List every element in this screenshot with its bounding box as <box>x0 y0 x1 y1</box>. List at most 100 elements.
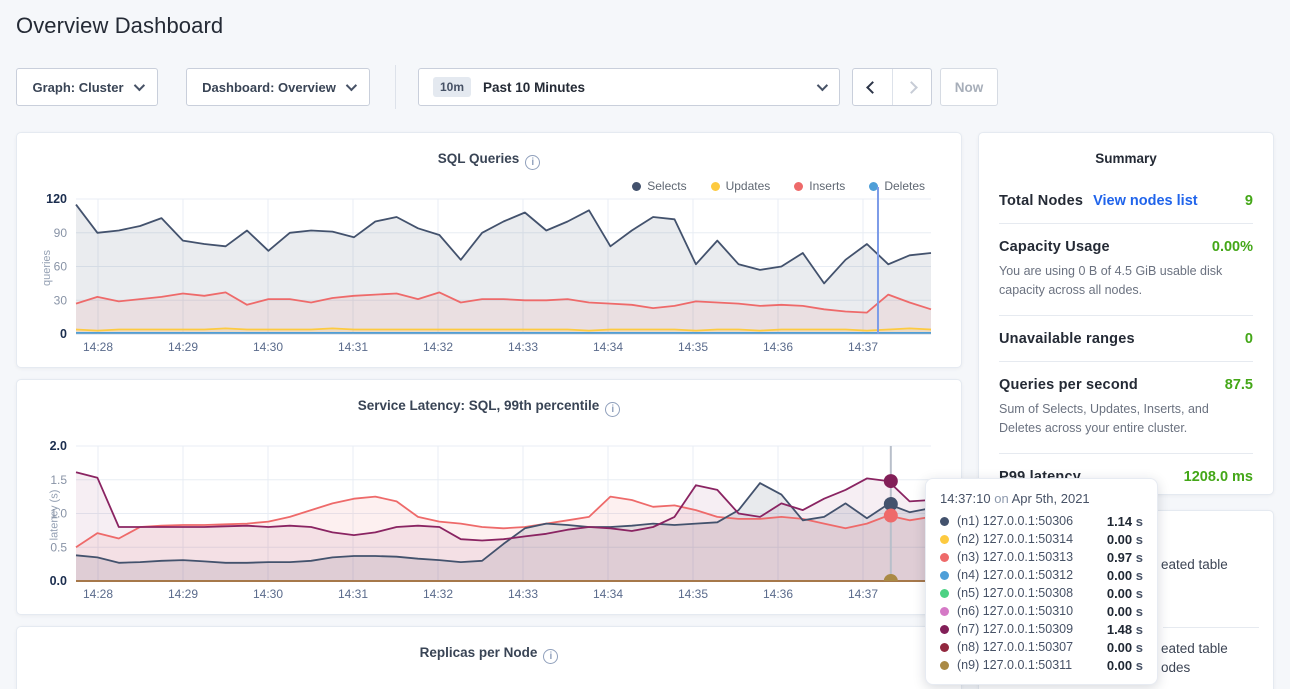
time-range-label: Past 10 Minutes <box>483 80 585 95</box>
chevron-right-icon <box>905 81 918 94</box>
svg-text:0: 0 <box>60 327 67 341</box>
tooltip-node-address: (n5) 127.0.0.1:50308 <box>957 586 1073 600</box>
summary-row: Total Nodes View nodes list 9 <box>999 178 1253 224</box>
svg-text:14:32: 14:32 <box>423 587 453 601</box>
tooltip-node-value: 0.00 s <box>1107 640 1143 655</box>
sql-queries-title: SQL Queriesi <box>17 151 961 170</box>
now-button[interactable]: Now <box>940 68 998 106</box>
info-icon[interactable]: i <box>543 649 558 664</box>
service-latency-chart[interactable]: 14:2814:2914:3014:3114:3214:3314:3414:35… <box>17 430 963 608</box>
chevron-down-icon <box>133 80 144 91</box>
dashboard-dropdown[interactable]: Dashboard: Overview <box>186 68 370 106</box>
prev-time-button[interactable] <box>853 69 892 105</box>
svg-text:120: 120 <box>46 192 67 206</box>
graph-scope-dropdown[interactable]: Graph: Cluster <box>16 68 158 106</box>
tooltip-node-row: (n5) 127.0.0.1:50308 0.00 s <box>940 584 1143 602</box>
event-item-text: odes <box>1161 660 1190 675</box>
tooltip-node-row: (n2) 127.0.0.1:503140.00 s <box>940 530 1143 548</box>
sql-queries-panel: SQL Queriesi SelectsUpdatesInsertsDelete… <box>16 132 962 368</box>
tooltip-node-row: (n9) 127.0.0.1:50311 0.00 s <box>940 656 1143 674</box>
series-dot-icon <box>940 589 949 598</box>
event-item-text: eated table <box>1161 557 1228 572</box>
tooltip-node-row: (n1) 127.0.0.1:50306 1.14 s <box>940 512 1143 530</box>
tooltip-node-row: (n4) 127.0.0.1:503120.00 s <box>940 566 1143 584</box>
next-time-button[interactable] <box>892 69 932 105</box>
svg-text:14:35: 14:35 <box>678 587 708 601</box>
view-nodes-list-link[interactable]: View nodes list <box>1093 193 1198 209</box>
series-dot-icon <box>940 661 949 670</box>
summary-metric-label: Capacity Usage <box>999 239 1110 255</box>
svg-text:1.5: 1.5 <box>50 473 67 487</box>
series-dot-icon <box>940 571 949 580</box>
tooltip-node-value: 0.00 s <box>1107 658 1143 673</box>
tooltip-node-value: 1.48 s <box>1107 622 1143 637</box>
summary-metric-label: Total Nodes <box>999 193 1083 209</box>
svg-text:1.0: 1.0 <box>50 507 67 521</box>
event-item-text: eated table <box>1161 641 1228 656</box>
summary-metric-label: Unavailable ranges <box>999 331 1135 347</box>
series-dot-icon <box>940 535 949 544</box>
dashboard-label: Dashboard: Overview <box>202 80 336 95</box>
svg-text:14:28: 14:28 <box>83 587 113 601</box>
tooltip-node-row: (n3) 127.0.0.1:503130.97 s <box>940 548 1143 566</box>
summary-metric-description: You are using 0 B of 4.5 GiB usable disk… <box>999 262 1253 301</box>
svg-text:14:33: 14:33 <box>508 340 538 354</box>
summary-row: Capacity Usage 0.00% You are using 0 B of … <box>999 224 1253 316</box>
series-dot-icon <box>940 517 949 526</box>
event-divider <box>1163 627 1259 628</box>
summary-metric-value: 0 <box>1245 331 1253 347</box>
summary-metric-label: Queries per second <box>999 377 1138 393</box>
svg-text:14:30: 14:30 <box>253 340 283 354</box>
service-latency-title: Service Latency: SQL, 99th percentilei <box>17 398 961 417</box>
tooltip-node-address: (n1) 127.0.0.1:50306 <box>957 514 1073 528</box>
svg-text:14:30: 14:30 <box>253 587 283 601</box>
summary-title: Summary <box>999 151 1253 166</box>
svg-text:60: 60 <box>54 260 68 274</box>
series-dot-icon <box>940 607 949 616</box>
svg-text:30: 30 <box>54 293 68 307</box>
svg-text:14:34: 14:34 <box>593 587 623 601</box>
tooltip-node-value: 0.00 s <box>1107 586 1143 601</box>
summary-panel: Summary Total Nodes View nodes list 9 Capac… <box>978 132 1274 495</box>
svg-text:14:36: 14:36 <box>763 587 793 601</box>
info-icon[interactable]: i <box>605 402 620 417</box>
svg-text:14:37: 14:37 <box>848 340 878 354</box>
chevron-left-icon <box>866 81 879 94</box>
graph-scope-label: Graph: Cluster <box>32 80 123 95</box>
tooltip-node-value: 1.14 s <box>1107 514 1143 529</box>
tooltip-node-address: (n6) 127.0.0.1:50310 <box>957 604 1073 618</box>
svg-text:14:34: 14:34 <box>593 340 623 354</box>
tooltip-node-row: (n8) 127.0.0.1:503070.00 s <box>940 638 1143 656</box>
toolbar-divider <box>395 65 396 109</box>
svg-text:0.0: 0.0 <box>50 574 67 588</box>
service-latency-panel: Service Latency: SQL, 99th percentilei l… <box>16 379 962 615</box>
svg-text:14:33: 14:33 <box>508 587 538 601</box>
tooltip-node-row: (n6) 127.0.0.1:50310 0.00 s <box>940 602 1143 620</box>
summary-metric-description: Sum of Selects, Updates, Inserts, and De… <box>999 400 1253 439</box>
svg-text:14:29: 14:29 <box>168 340 198 354</box>
svg-text:14:28: 14:28 <box>83 340 113 354</box>
tooltip-node-value: 0.00 s <box>1107 532 1143 547</box>
sql-queries-chart[interactable]: 14:2814:2914:3014:3114:3214:3314:3414:35… <box>17 183 963 361</box>
summary-rows: Total Nodes View nodes list 9 Capacity Usag… <box>999 178 1253 499</box>
time-range-selector[interactable]: 10m Past 10 Minutes <box>418 68 840 106</box>
tooltip-node-value: 0.00 s <box>1107 568 1143 583</box>
series-dot-icon <box>940 643 949 652</box>
svg-text:14:29: 14:29 <box>168 587 198 601</box>
tooltip-node-address: (n9) 127.0.0.1:50311 <box>957 658 1072 672</box>
info-icon[interactable]: i <box>525 155 540 170</box>
series-dot-icon <box>940 625 949 634</box>
page-title: Overview Dashboard <box>16 13 223 39</box>
summary-metric-value: 87.5 <box>1225 377 1253 393</box>
summary-metric-value: 9 <box>1245 193 1253 209</box>
tooltip-timestamp: 14:37:10 on Apr 5th, 2021 <box>940 491 1143 506</box>
time-step-buttons <box>852 68 932 106</box>
summary-metric-value: 0.00% <box>1212 239 1253 255</box>
summary-row: Unavailable ranges 0 <box>999 316 1253 362</box>
tooltip-node-address: (n7) 127.0.0.1:50309 <box>957 622 1073 636</box>
svg-text:90: 90 <box>54 226 68 240</box>
tooltip-node-value: 0.00 s <box>1107 604 1143 619</box>
chart-hover-tooltip: 14:37:10 on Apr 5th, 2021 (n1) 127.0.0.1… <box>925 478 1158 685</box>
svg-text:0.5: 0.5 <box>50 540 67 554</box>
replicas-per-node-title: Replicas per Nodei <box>17 645 961 664</box>
